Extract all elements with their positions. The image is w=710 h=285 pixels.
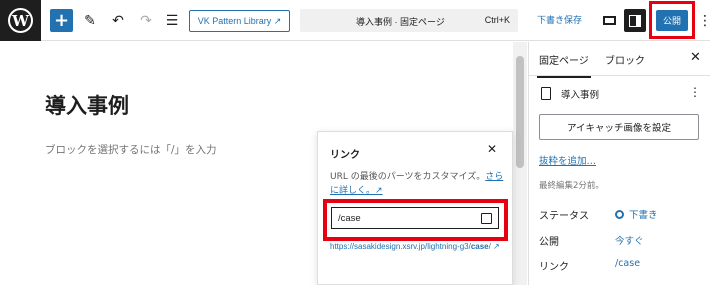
document-title-label: 導入事例 · 固定ページ [356, 17, 445, 27]
close-sidebar-icon[interactable]: ✕ [690, 50, 701, 65]
document-overview-icon[interactable]: ☰ [162, 9, 182, 32]
permalink-url[interactable]: https://sasakidesign.xsrv.jp/lightning-g… [330, 241, 510, 253]
status-label: ステータス [539, 211, 589, 222]
url-suffix: / ↗ [488, 242, 500, 251]
page-actions-icon[interactable]: ⋮ [689, 85, 701, 99]
slug-highlight-box: /case [323, 199, 508, 241]
command-shortcut-label: Ctrl+K [484, 15, 510, 25]
popover-title: リンク [330, 150, 360, 161]
add-excerpt-link[interactable]: 抜粋を追加… [539, 153, 596, 167]
slug-value: /case [338, 212, 361, 224]
status-value[interactable]: 下書き [615, 207, 658, 221]
block-inserter-button[interactable]: + [50, 9, 73, 32]
redo-icon[interactable]: ↷ [136, 9, 156, 32]
wordpress-logo-mark: W [8, 8, 33, 33]
canvas-scrollbar[interactable] [513, 42, 527, 285]
publish-date-label: 公開 [539, 237, 559, 248]
scrollbar-thumb[interactable] [516, 56, 524, 168]
draft-status-icon [615, 210, 624, 219]
popover-description: URL の最後のパーツをカスタマイズ。さらに詳しく。↗ [330, 170, 508, 198]
pattern-library-label: VK Pattern Library ↗ [197, 15, 282, 26]
status-value-text: 下書き [629, 210, 658, 221]
last-edited-text: 最終編集2分前。 [539, 181, 604, 191]
undo-icon[interactable]: ↶ [108, 9, 128, 32]
options-menu-icon[interactable]: ⋮ [698, 9, 710, 32]
set-featured-image-button[interactable]: アイキャッチ画像を設定 [539, 114, 699, 140]
publish-highlight-box: 公開 [649, 1, 695, 39]
tab-block[interactable]: ブロック [605, 52, 645, 67]
save-draft-button[interactable]: 下書き保存 [537, 13, 582, 26]
link-label: リンク [539, 262, 569, 273]
preview-icon[interactable] [598, 9, 620, 32]
vk-pattern-library-button[interactable]: VK Pattern Library ↗ [189, 10, 290, 32]
link-popover: リンク ✕ URL の最後のパーツをカスタマイズ。さらに詳しく。↗ /case … [317, 131, 513, 285]
block-editor: W + ✎ ↶ ↷ ☰ VK Pattern Library ↗ 導入事例 · … [0, 0, 710, 285]
settings-sidebar: 固定ページ ブロック ✕ 導入事例 ⋮ アイキャッチ画像を設定 抜粋を追加… 最… [528, 42, 710, 285]
wordpress-logo-icon[interactable]: W [0, 0, 41, 41]
editor-toolbar: W + ✎ ↶ ↷ ☰ VK Pattern Library ↗ 導入事例 · … [0, 0, 710, 41]
sidebar-doc-title: 導入事例 [561, 90, 600, 101]
close-icon[interactable]: ✕ [487, 142, 497, 156]
url-prefix: https://sasakidesign.xsrv.jp/lightning-g… [330, 242, 471, 251]
link-value[interactable]: /case [615, 258, 640, 269]
description-text: URL の最後のパーツをカスタマイズ。 [330, 172, 486, 182]
post-title[interactable]: 導入事例 [45, 90, 129, 120]
settings-sidebar-icon[interactable] [624, 9, 646, 32]
block-placeholder[interactable]: ブロックを選択するには「/」を入力 [45, 142, 217, 157]
publish-date-value[interactable]: 今すぐ [615, 233, 644, 247]
url-slug: case [470, 242, 489, 251]
pen-tool-icon[interactable]: ✎ [80, 9, 100, 32]
command-palette-bar[interactable]: 導入事例 · 固定ページ Ctrl+K [300, 9, 518, 32]
sidebar-tabs: 固定ページ ブロック ✕ [529, 42, 710, 78]
tab-page[interactable]: 固定ページ [537, 52, 591, 78]
publish-button[interactable]: 公開 [656, 10, 688, 31]
slug-input[interactable]: /case [331, 207, 499, 229]
copy-icon[interactable] [481, 213, 492, 224]
page-icon [541, 87, 551, 100]
